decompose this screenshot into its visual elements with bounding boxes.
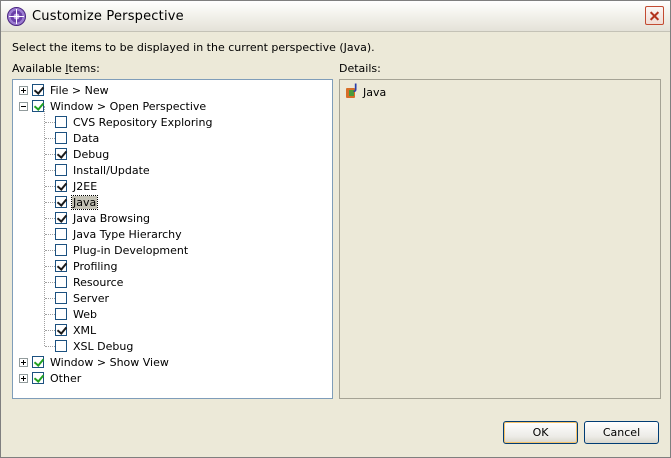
checkbox[interactable] (55, 132, 67, 144)
collapse-minus-icon[interactable] (19, 101, 28, 111)
tree-connector-line (45, 282, 55, 283)
tree-item-label: Java (70, 194, 99, 210)
tree-item-perspective[interactable]: Data (55, 130, 100, 146)
details-item-label: Java (363, 85, 387, 99)
eclipse-icon (7, 7, 26, 26)
tree-item-label: File > New (50, 83, 109, 97)
tree-item-label: Window > Show View (50, 355, 169, 369)
tree-item-label: CVS Repository Exploring (73, 115, 213, 129)
checkbox[interactable] (55, 276, 67, 288)
tree-connector-line (45, 202, 55, 203)
details-label: Details: (339, 62, 381, 75)
java-perspective-icon: J (346, 83, 360, 99)
expand-plus-icon[interactable] (19, 373, 28, 383)
tree-connector-line (45, 218, 55, 219)
tree-item-perspective[interactable]: Debug (55, 146, 110, 162)
details-item: J Java (346, 83, 387, 99)
close-icon[interactable] (645, 6, 664, 25)
tree-item-label: Server (73, 291, 110, 305)
tree-item-open-perspective[interactable]: Window > Open Perspective (19, 98, 207, 114)
tree-item-label: Profiling (73, 259, 118, 273)
tree-connector-line (45, 154, 55, 155)
tree-item-file-new[interactable]: File > New (19, 82, 110, 98)
checkbox[interactable] (55, 228, 67, 240)
tree-item-perspective[interactable]: J2EE (55, 178, 98, 194)
tree-item-label: Java Type Hierarchy (73, 227, 182, 241)
tree-item-perspective[interactable]: Java Browsing (55, 210, 151, 226)
details-panel: J Java (339, 79, 661, 399)
tree-connector-line (45, 266, 55, 267)
expand-plus-icon[interactable] (19, 85, 28, 95)
tree-item-label: Debug (73, 147, 110, 161)
checkbox[interactable] (55, 340, 67, 352)
checkbox[interactable] (32, 100, 44, 112)
tree-connector-line (45, 346, 55, 347)
tree-item-perspective[interactable]: Install/Update (55, 162, 151, 178)
checkbox[interactable] (55, 148, 67, 160)
tree-connector-line (45, 250, 55, 251)
tree-item-label: Window > Open Perspective (50, 99, 207, 113)
tree-item-label: Other (50, 371, 82, 385)
tree-connector-line (45, 138, 55, 139)
tree-item-label: Resource (73, 275, 124, 289)
checkbox[interactable] (55, 212, 67, 224)
title-bar[interactable]: Customize Perspective (1, 1, 670, 32)
checkbox[interactable] (55, 116, 67, 128)
ok-button[interactable]: OK (503, 421, 578, 444)
tree-item-perspective[interactable]: XML (55, 322, 97, 338)
tree-item-label: Java Browsing (73, 211, 151, 225)
tree-item-perspective[interactable]: Plug-in Development (55, 242, 189, 258)
tree-connector-line (45, 234, 55, 235)
tree-connector-line (44, 106, 45, 346)
tree-item-perspective[interactable]: Resource (55, 274, 124, 290)
tree-item-label: Web (73, 307, 97, 321)
expand-plus-icon[interactable] (19, 357, 28, 367)
tree-connector-line (45, 122, 55, 123)
tree-item-other[interactable]: Other (19, 370, 82, 386)
available-items-tree[interactable]: File > New Window > Open Perspective CVS… (12, 79, 333, 399)
checkbox[interactable] (32, 372, 44, 384)
available-items-label: Available Items: (12, 62, 100, 75)
checkbox[interactable] (55, 324, 67, 336)
tree-connector-line (45, 186, 55, 187)
checkbox[interactable] (55, 260, 67, 272)
checkbox[interactable] (32, 356, 44, 368)
tree-item-perspective[interactable]: CVS Repository Exploring (55, 114, 213, 130)
dialog-window: Customize Perspective Select the items t… (0, 0, 671, 458)
tree-item-label: J2EE (73, 179, 98, 193)
checkbox[interactable] (55, 244, 67, 256)
tree-connector-line (45, 298, 55, 299)
checkbox[interactable] (32, 84, 44, 96)
tree-item-label: Plug-in Development (73, 243, 189, 257)
tree-connector-line (45, 170, 55, 171)
instructions-text: Select the items to be displayed in the … (12, 41, 375, 54)
tree-item-perspective[interactable]: Java (55, 194, 99, 210)
checkbox[interactable] (55, 292, 67, 304)
tree-item-label: Data (73, 131, 100, 145)
checkbox[interactable] (55, 180, 67, 192)
dialog-title: Customize Perspective (32, 9, 184, 24)
tree-item-show-view[interactable]: Window > Show View (19, 354, 170, 370)
tree-item-perspective[interactable]: Profiling (55, 258, 118, 274)
tree-item-label: XML (73, 323, 97, 337)
checkbox[interactable] (55, 164, 67, 176)
tree-connector-line (45, 314, 55, 315)
tree-item-label: Install/Update (73, 163, 150, 177)
tree-item-perspective[interactable]: XSL Debug (55, 338, 134, 354)
checkbox[interactable] (55, 308, 67, 320)
checkbox[interactable] (55, 196, 67, 208)
tree-item-perspective[interactable]: Java Type Hierarchy (55, 226, 183, 242)
cancel-button[interactable]: Cancel (584, 421, 659, 444)
tree-item-label: XSL Debug (73, 339, 134, 353)
tree-connector-line (45, 330, 55, 331)
tree-item-perspective[interactable]: Web (55, 306, 98, 322)
tree-item-perspective[interactable]: Server (55, 290, 110, 306)
